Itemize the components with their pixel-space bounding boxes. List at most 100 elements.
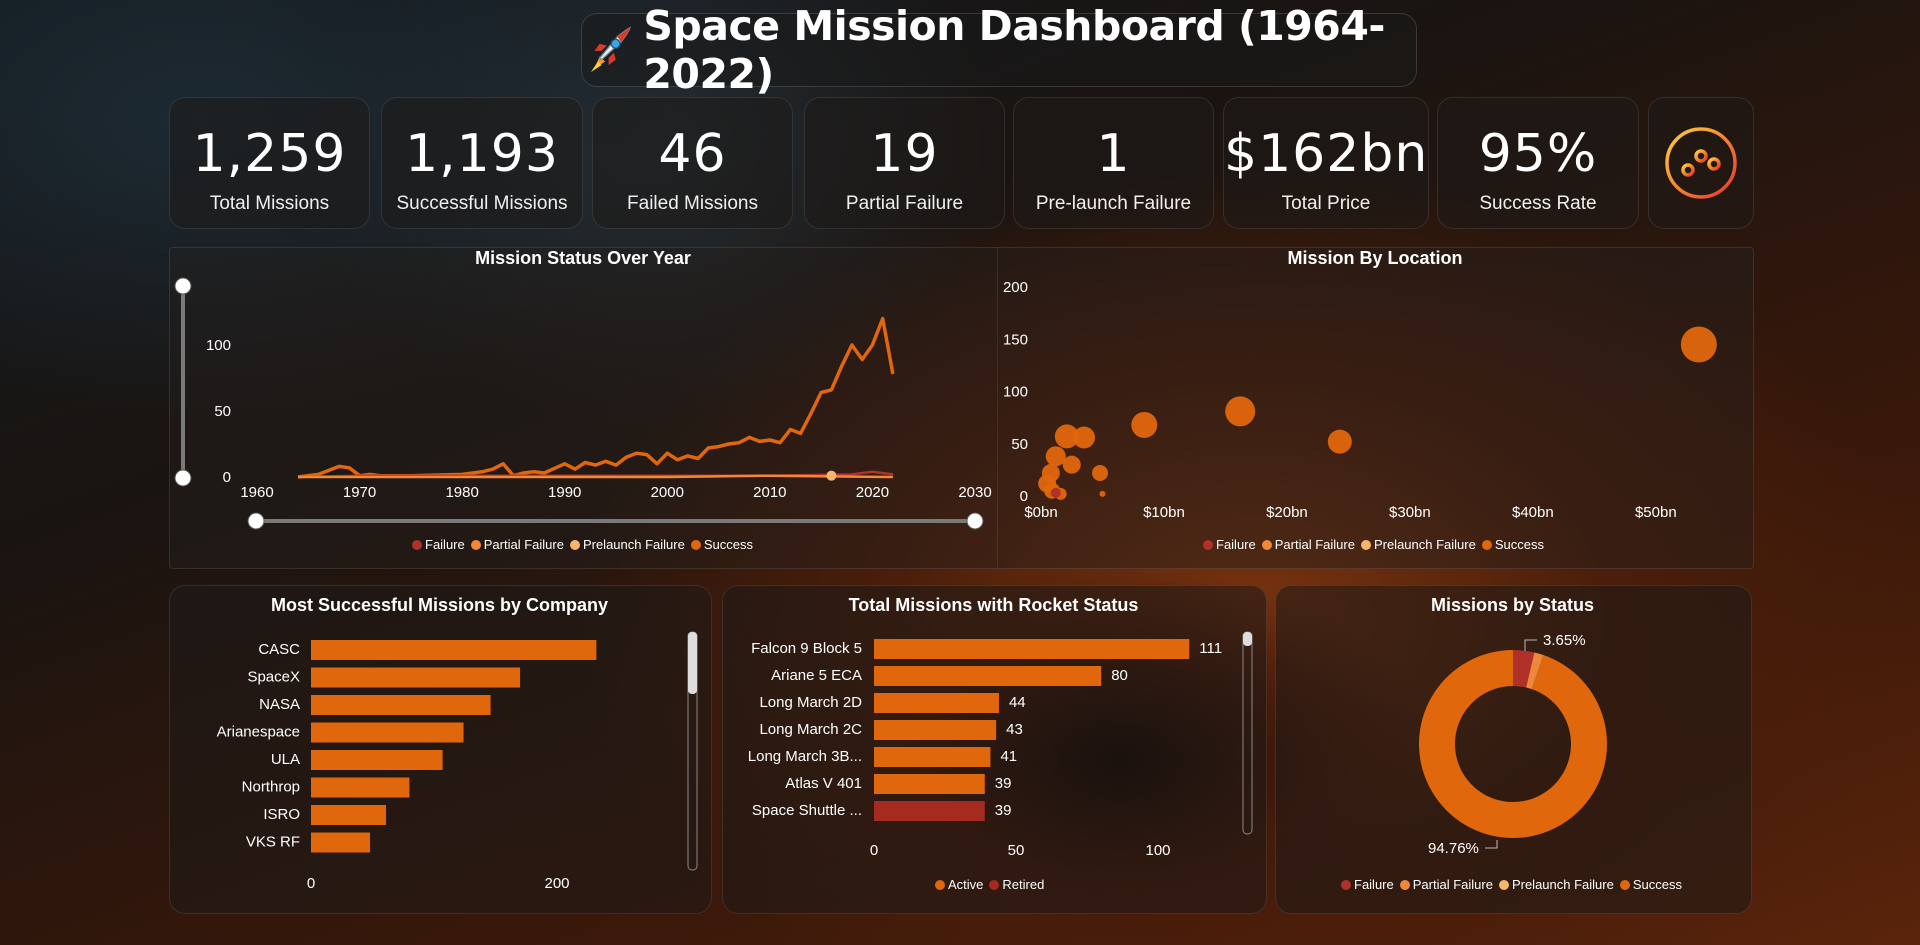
bar bbox=[874, 801, 985, 821]
bar bbox=[874, 693, 999, 713]
legend-dot bbox=[1360, 539, 1371, 550]
legend-rocket-status: Active Retired bbox=[935, 877, 1044, 892]
x-tick-label: 200 bbox=[544, 875, 569, 892]
scatter-chart-mission-by-location: 0 50 100 150 200 $0bn $10bn $20bn $30bn $40bn $50b… bbox=[1003, 279, 1717, 521]
bar bbox=[311, 750, 443, 770]
x-tick-label: 2010 bbox=[753, 484, 786, 501]
bar-label: ISRO bbox=[263, 806, 300, 823]
chart-title-donut: Missions by Status bbox=[1430, 595, 1595, 615]
y-tick-label: 200 bbox=[1003, 279, 1028, 296]
scrollbar-thumb bbox=[1243, 632, 1252, 646]
x-tick-label: 0 bbox=[307, 875, 315, 892]
legend-status-item: Success bbox=[1481, 537, 1544, 552]
legend-dot bbox=[1619, 879, 1630, 890]
bar-value-label: 39 bbox=[995, 802, 1012, 819]
bar bbox=[311, 722, 464, 743]
kpi-successful-missions: 1,193 Successful Missions bbox=[381, 97, 583, 229]
bar-label: CASC bbox=[258, 641, 300, 658]
legend-label: Success bbox=[703, 537, 753, 552]
legend-label: Prelaunch Failure bbox=[1511, 877, 1614, 892]
legend-dot bbox=[989, 879, 1000, 890]
leader-line bbox=[1485, 840, 1498, 849]
x-tick-label: $20bn bbox=[1266, 504, 1308, 521]
scatter-point bbox=[1062, 455, 1081, 474]
bar-value-label: 111 bbox=[1199, 640, 1222, 657]
x-tick-label: $0bn bbox=[1024, 504, 1057, 521]
bar-label: Ariane 5 ECA bbox=[771, 667, 862, 684]
x-tick-label: 2020 bbox=[856, 484, 889, 501]
bar-label: Atlas V 401 bbox=[785, 775, 862, 792]
legend-mission-by-location: Failure Partial Failure Prelaunch Failure S… bbox=[1203, 537, 1544, 552]
bar bbox=[874, 747, 991, 767]
dashboard-header: Space Mission Dashboard (1964-2022) bbox=[581, 2, 1417, 98]
legend-dot bbox=[1399, 879, 1410, 890]
scatter-point bbox=[1092, 465, 1109, 482]
scatter-point bbox=[1099, 490, 1106, 497]
line-chart-status-over-year: 0 50 100 1960 1970 1980 1990 2000 2010 2020 2030 bbox=[174, 277, 992, 530]
legend-label: Partial Failure bbox=[1274, 537, 1355, 552]
bar-chart-rocket: Falcon 9 Block 5 111 Ariane 5 ECA 80 Long Ma… bbox=[748, 631, 1253, 859]
x-tick-label: 2000 bbox=[651, 484, 684, 501]
filter-button[interactable] bbox=[1648, 97, 1754, 229]
legend-label: Success bbox=[1494, 537, 1544, 552]
kpi-failed-missions: 46 Failed Missions bbox=[592, 97, 793, 229]
legend-status-item: Failure bbox=[1341, 877, 1394, 892]
legend-label: Partial Failure bbox=[483, 537, 564, 552]
donut-slice-success bbox=[1419, 650, 1607, 838]
bar-value-label: 44 bbox=[1009, 694, 1026, 711]
x-tick-label: 1970 bbox=[343, 484, 376, 501]
kpi-label: Success Rate bbox=[1479, 193, 1597, 214]
kpi-label: Failed Missions bbox=[627, 193, 758, 214]
legend-dot bbox=[1341, 879, 1351, 890]
bar-value-label: 80 bbox=[1111, 667, 1128, 684]
chart-title-mission-by-location: Mission By Location bbox=[1287, 248, 1463, 268]
legend-status-item: Failure bbox=[412, 537, 465, 552]
kpi-total-missions: 1,259 Total Missions bbox=[169, 97, 370, 229]
scatter-point bbox=[1131, 411, 1158, 438]
y-range-slider-handle-bottom bbox=[174, 469, 192, 487]
bar-label: Long March 2C bbox=[759, 721, 862, 738]
bar bbox=[874, 639, 1190, 659]
bar-label: Arianespace bbox=[217, 723, 300, 740]
legend-label: Prelaunch Failure bbox=[1373, 537, 1476, 552]
bar bbox=[311, 640, 597, 660]
y-tick-label: 100 bbox=[1003, 384, 1028, 401]
legend-rocket-status-item: Active bbox=[935, 877, 983, 892]
bar bbox=[311, 805, 387, 825]
x-tick-label: 1980 bbox=[445, 484, 478, 501]
y-tick-label: 50 bbox=[1011, 436, 1028, 453]
x-tick-label: $30bn bbox=[1389, 504, 1431, 521]
kpi-value: 1,193 bbox=[405, 124, 559, 184]
chart-title-rocket: Total Missions with Rocket Status bbox=[848, 595, 1139, 615]
scatter-point bbox=[1073, 426, 1096, 449]
bar bbox=[311, 832, 371, 853]
bar-value-label: 43 bbox=[1006, 721, 1023, 738]
donut-chart-status: 3.65% 94.76% bbox=[1419, 632, 1607, 857]
x-tick-label: 0 bbox=[870, 842, 878, 859]
bar bbox=[311, 777, 410, 798]
kpi-partial-failure: 19 Partial Failure bbox=[804, 97, 1005, 229]
legend-status-item: Prelaunch Failure bbox=[1360, 537, 1476, 552]
leader-line bbox=[1524, 639, 1537, 651]
legend-dot bbox=[1261, 539, 1272, 550]
kpi-label: Successful Missions bbox=[396, 193, 568, 214]
bar bbox=[311, 667, 521, 688]
bar-value-label: 41 bbox=[1000, 748, 1017, 765]
legend-label: Prelaunch Failure bbox=[582, 537, 685, 552]
legend-status-item: Failure bbox=[1203, 537, 1256, 552]
chart-title-status-over-year: Mission Status Over Year bbox=[475, 248, 691, 268]
bar-label: Long March 2D bbox=[759, 694, 862, 711]
legend-label: Failure bbox=[425, 537, 465, 552]
x-tick-label: 50 bbox=[1008, 842, 1025, 859]
legend-label: Failure bbox=[1354, 877, 1394, 892]
y-tick-label: 0 bbox=[223, 469, 231, 486]
legend-status-item: Partial Failure bbox=[1399, 877, 1493, 892]
bar-label: NASA bbox=[259, 696, 300, 713]
x-tick-label: $40bn bbox=[1512, 504, 1554, 521]
legend-dot bbox=[935, 879, 945, 890]
legend-dot bbox=[412, 539, 422, 550]
bar bbox=[874, 774, 985, 794]
series-line-success bbox=[297, 316, 895, 479]
x-tick-label: 2030 bbox=[958, 484, 991, 501]
x-tick-label: 1960 bbox=[240, 484, 273, 501]
